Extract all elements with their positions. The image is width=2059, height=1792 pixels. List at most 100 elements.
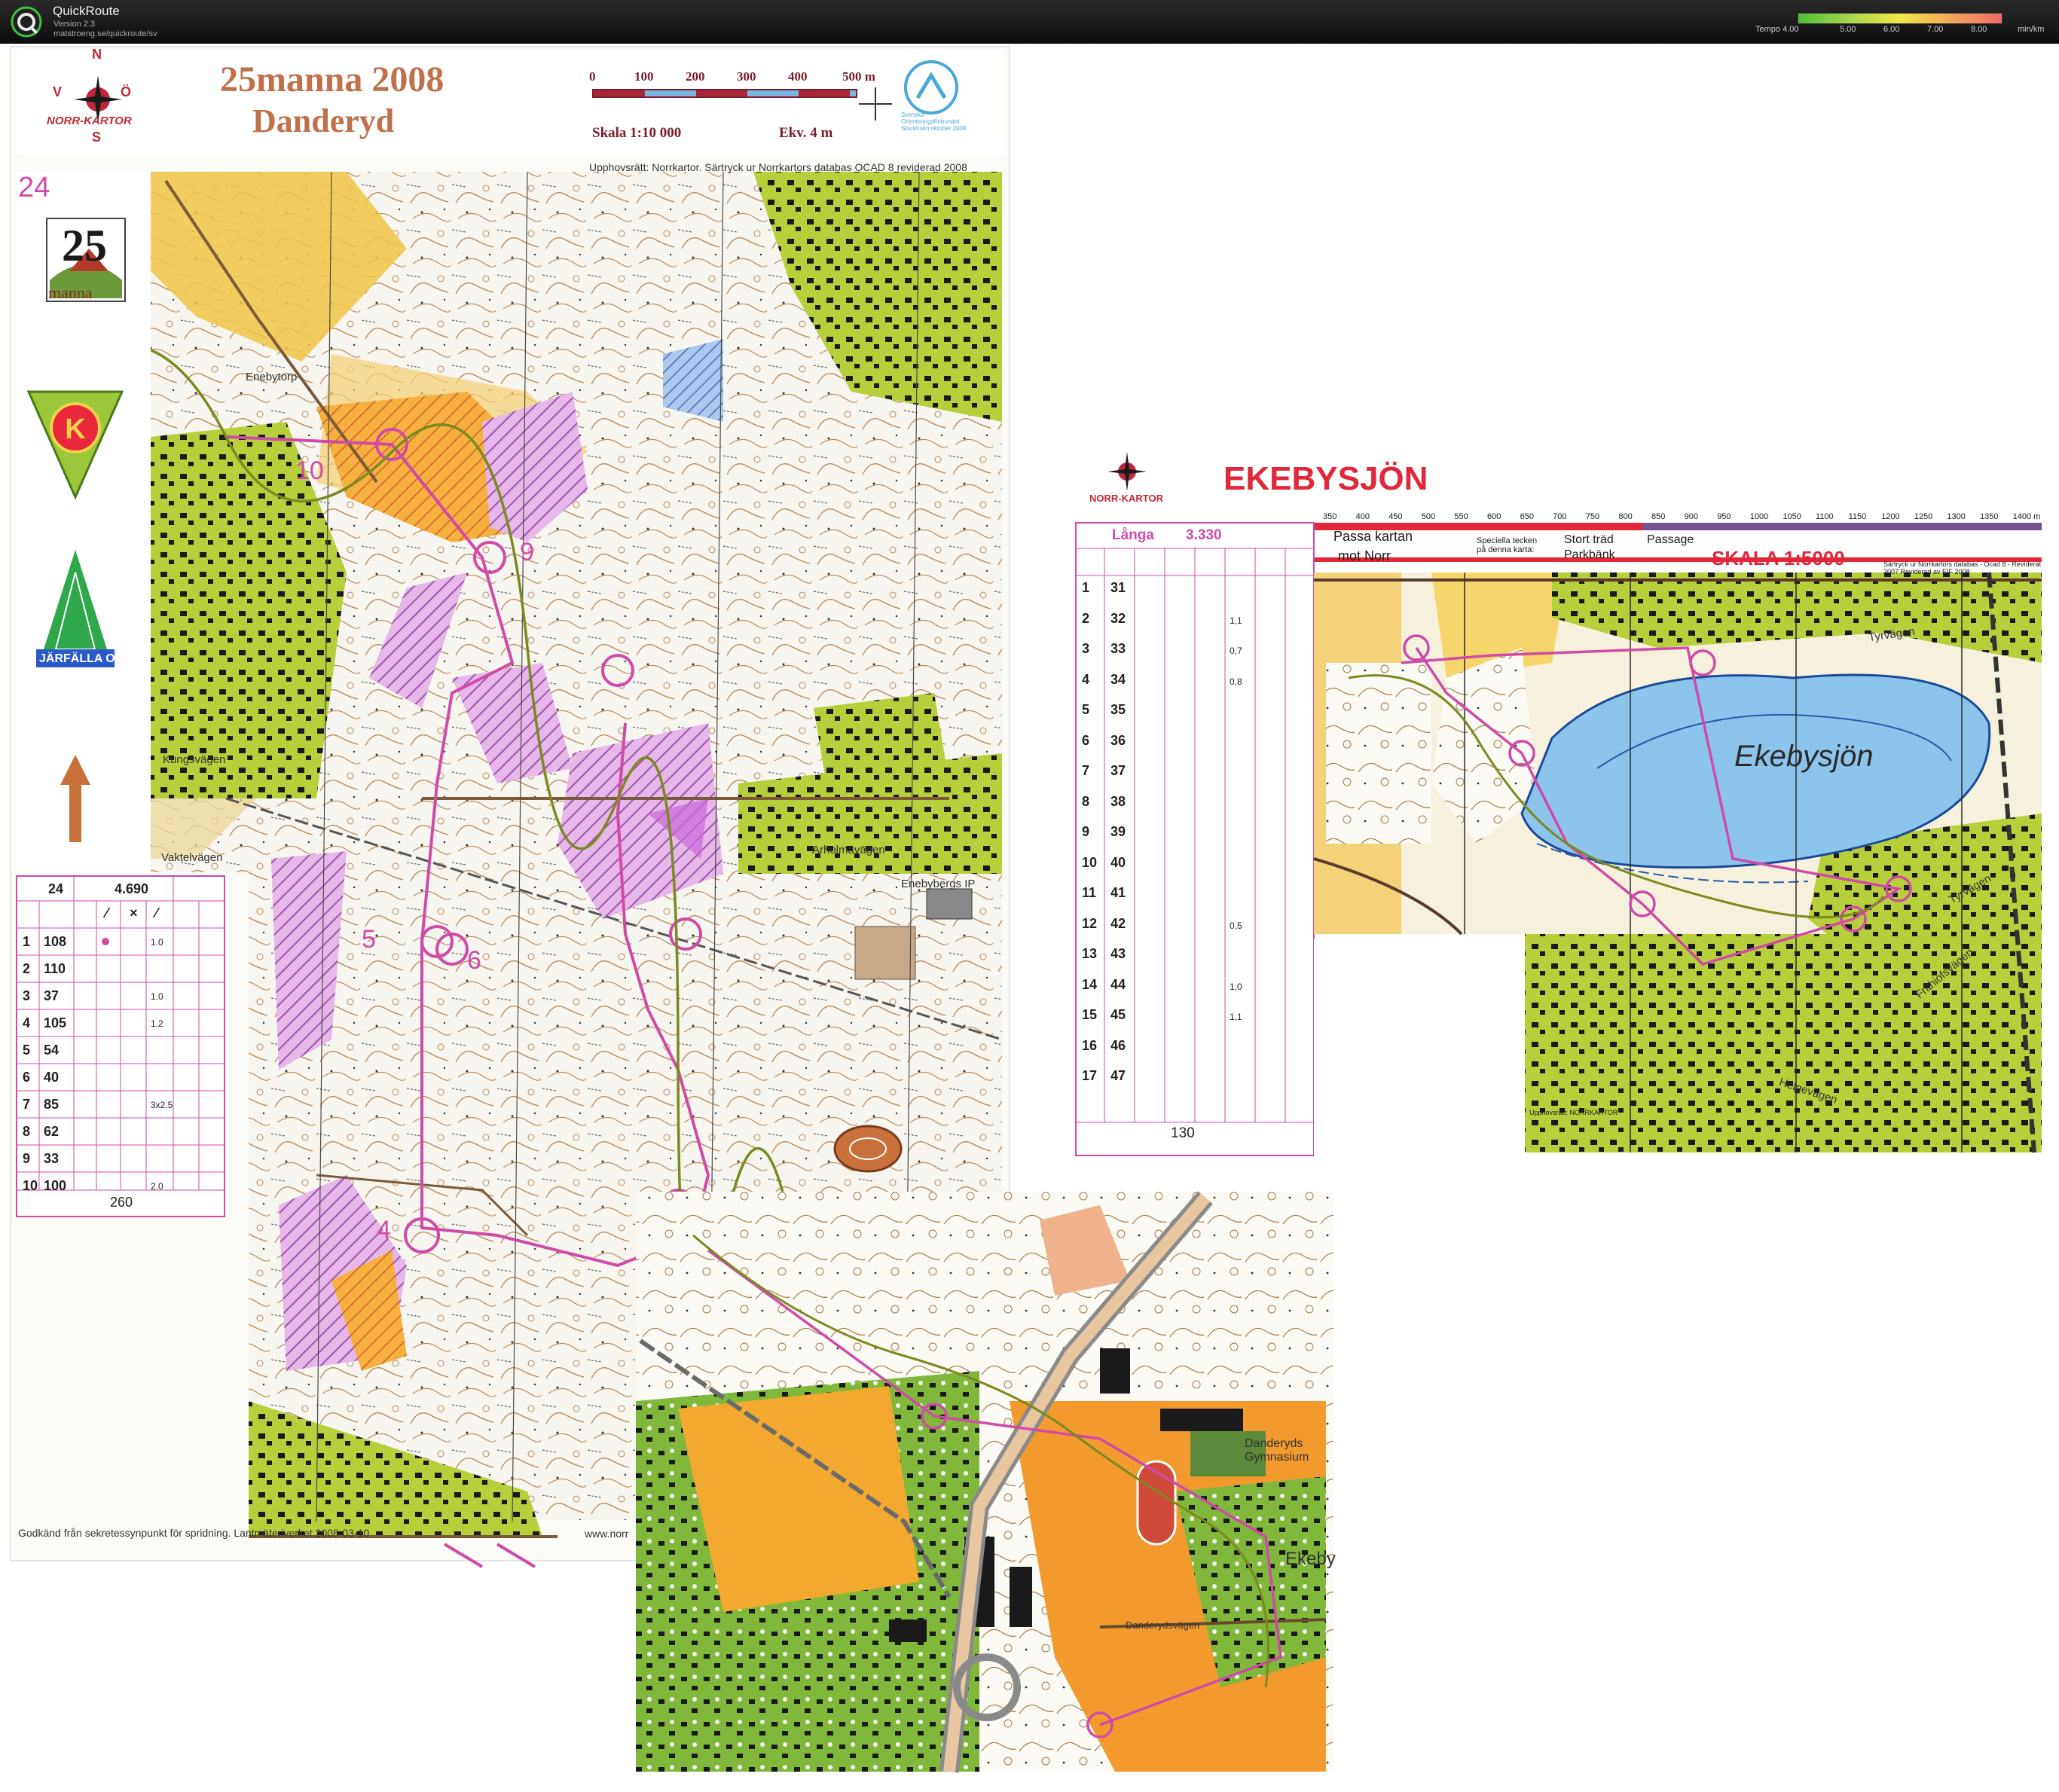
course-row-number: 10 bbox=[1082, 854, 1098, 870]
map2-scale-num: 800 bbox=[1618, 512, 1633, 521]
place-label: Enebytorp bbox=[246, 371, 298, 383]
map2-scale-num: 950 bbox=[1717, 512, 1731, 521]
course-row-code: 47 bbox=[1110, 1068, 1126, 1083]
map1-scale-bar bbox=[592, 89, 857, 98]
course-row-number: 3 bbox=[1082, 641, 1090, 656]
course-row-code: 108 bbox=[44, 934, 67, 949]
course-row-code: 39 bbox=[1110, 824, 1126, 839]
tempo-unit: min/km bbox=[2018, 25, 2045, 34]
map1-ekv-text: Ekv. 4 m bbox=[779, 125, 833, 141]
map2-title: EKEBYSJÖN bbox=[1223, 460, 1428, 497]
course-row-dimension: 0,8 bbox=[1230, 676, 1242, 687]
tempo-label: Tempo 4.00 bbox=[1755, 25, 1799, 34]
map2-scale-num: 1400 m bbox=[2012, 512, 2041, 521]
course-row-code: 42 bbox=[1110, 915, 1126, 931]
course-footer: 260 bbox=[110, 1195, 133, 1210]
norrkartor-brand: NORR-KARTOR bbox=[47, 114, 132, 127]
course-row-code: 41 bbox=[1110, 885, 1126, 900]
tempo-tick: 7.00 bbox=[1927, 25, 1944, 34]
control-number: 5 bbox=[362, 925, 376, 954]
map2-course-name: Långa bbox=[1112, 527, 1154, 543]
course-row-number: 7 bbox=[1082, 763, 1090, 778]
map2-course-length: 3.330 bbox=[1186, 527, 1222, 543]
app-url: matstroeng.se/quickroute/sv bbox=[53, 29, 157, 38]
map2-scale-num: 1100 bbox=[1816, 512, 1834, 521]
course-row-dimension: 3x2.5 bbox=[151, 1100, 173, 1110]
course-row-number: 14 bbox=[1082, 976, 1098, 992]
map2-scale-num: 600 bbox=[1487, 512, 1501, 521]
course-row-number: 13 bbox=[1082, 946, 1098, 961]
tempo-tick: 6.00 bbox=[1883, 25, 1900, 34]
course-row-number: 1 bbox=[23, 934, 31, 949]
map1-title: 25manna 2008 bbox=[220, 60, 444, 99]
course-row-number: 5 bbox=[23, 1043, 31, 1058]
course-row-code: 32 bbox=[1110, 610, 1126, 626]
scale-num: 0 bbox=[589, 69, 596, 84]
lake-label: Ekebysjön bbox=[1734, 740, 1874, 773]
course-row-dimension: 1.0 bbox=[151, 937, 163, 948]
quickroute-logo-icon bbox=[11, 6, 42, 38]
course-header-symbol: ⁄ bbox=[105, 905, 108, 920]
tempo-ticks: 5.00 6.00 7.00 8.00 bbox=[1798, 25, 2002, 35]
place-label: Vaktelvägen bbox=[161, 851, 223, 864]
place-label: Ekeby bbox=[1285, 1549, 1336, 1569]
map2-scale-num: 400 bbox=[1355, 512, 1370, 521]
course-row-number: 9 bbox=[1082, 824, 1090, 839]
map-sheet-ekebysjon bbox=[1070, 443, 2046, 1157]
course-row-code: 54 bbox=[44, 1043, 60, 1058]
course-row-number: 2 bbox=[1082, 610, 1090, 626]
control-number: 6 bbox=[467, 946, 481, 975]
course-row-dimension: 1.2 bbox=[151, 1018, 163, 1029]
course-row-dimension: 1,0 bbox=[1230, 981, 1242, 992]
course-row-number: 7 bbox=[23, 1097, 31, 1112]
course-header-leg: 24 bbox=[48, 881, 64, 896]
scale-num: 400 bbox=[788, 69, 808, 84]
course-row-dimension: 1.0 bbox=[151, 991, 163, 1002]
federation-text: Svenska Orienteringsförbundet Stockholm … bbox=[901, 111, 967, 132]
course-row-code: 43 bbox=[1110, 946, 1126, 961]
scale-num: 300 bbox=[737, 69, 756, 84]
course-row-dimension: 1,1 bbox=[1230, 1012, 1242, 1022]
scale-num: 200 bbox=[686, 69, 705, 84]
course-row-number: 6 bbox=[1082, 732, 1090, 748]
place-label: Enebybergs IP bbox=[901, 878, 976, 890]
course-row-number: 8 bbox=[23, 1124, 31, 1139]
course-row-code: 33 bbox=[44, 1151, 60, 1166]
map2-scale-num: 1250 bbox=[1914, 512, 1933, 521]
map1-legend-panel: K bbox=[17, 172, 151, 872]
compass-n: N bbox=[92, 47, 102, 62]
course-row-number: 15 bbox=[1082, 1007, 1098, 1022]
control-number: 4 bbox=[377, 1216, 391, 1244]
map2-scale-num: 450 bbox=[1388, 512, 1403, 521]
course-row-number: 17 bbox=[1082, 1068, 1098, 1083]
map2-brand: NORR-KARTOR bbox=[1089, 493, 1163, 504]
map1-footer: Godkänd från sekretessynpunkt för spridn… bbox=[18, 1527, 370, 1539]
map1-copyright: Upphovsrätt: Norrkartor. Särtryck ur Nor… bbox=[589, 161, 967, 173]
tempo-color-scale[interactable] bbox=[1798, 13, 2002, 24]
course-row-code: 62 bbox=[44, 1124, 60, 1139]
course-row-number: 2 bbox=[23, 961, 31, 976]
legend-item: Parkbänk bbox=[1564, 548, 1615, 561]
course-row-number: 5 bbox=[1082, 702, 1090, 717]
map2-scale-num: 350 bbox=[1323, 512, 1337, 521]
map2-scale-num: 850 bbox=[1651, 512, 1666, 521]
course-row-number: 8 bbox=[1082, 793, 1090, 809]
map2-scale-num: 550 bbox=[1454, 512, 1468, 521]
course-row-number: 11 bbox=[1082, 885, 1097, 900]
course-row-code: 110 bbox=[44, 961, 66, 976]
course-row-code: 40 bbox=[1110, 854, 1126, 870]
map2-scale-num: 1300 bbox=[1947, 512, 1966, 521]
course-header-length: 4.690 bbox=[115, 881, 149, 896]
scale-num: 500 m bbox=[842, 69, 875, 84]
map2-legend-special: Speciella tecken på denna karta: bbox=[1477, 536, 1538, 554]
map2-scale-num: 650 bbox=[1520, 512, 1534, 521]
legend-item: Passage bbox=[1647, 533, 1694, 546]
course-row-code: 37 bbox=[1110, 763, 1126, 778]
place-label: Danderydsvägen bbox=[1126, 1620, 1200, 1631]
leg-number: 24 bbox=[18, 172, 50, 203]
control-number: 9 bbox=[520, 538, 534, 566]
compass-v: V bbox=[53, 84, 63, 99]
course-row-number: 16 bbox=[1082, 1037, 1098, 1053]
emblem-word: manna bbox=[48, 283, 93, 302]
course-row-number: 4 bbox=[23, 1015, 31, 1030]
